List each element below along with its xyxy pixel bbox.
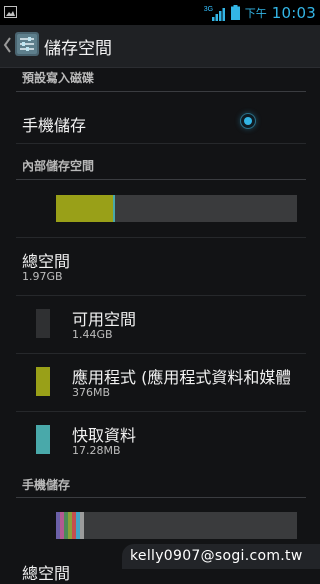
signal-icon: 3G (204, 6, 226, 21)
section-header-default-write: 預設寫入磁碟 (22, 71, 95, 85)
section-divider (16, 179, 306, 180)
available-color-swatch (36, 309, 50, 338)
row-divider (16, 353, 306, 354)
clock-ampm: 下午 (244, 6, 267, 20)
total-space-label-partial: 總空間 (22, 564, 71, 583)
battery-icon (230, 5, 240, 20)
available-space-value: 1.44GB (72, 328, 113, 341)
radio-button-selected[interactable] (240, 113, 256, 129)
action-bar: 儲存空間 (0, 25, 320, 68)
network-type: 3G (203, 5, 214, 13)
section-divider (16, 91, 306, 92)
page-title: 儲存空間 (44, 39, 112, 59)
usage-segment-apps (56, 195, 114, 222)
radio-dot (244, 117, 252, 125)
watermark-text: kelly0907@sogi.com.tw (130, 548, 303, 564)
apps-color-swatch (36, 367, 50, 396)
chevron-left-icon[interactable] (2, 36, 12, 54)
apps-space-label: 應用程式 (應用程式資料和媒體 (72, 368, 290, 387)
image-notification-icon (4, 6, 17, 18)
section-header-phone-storage: 手機儲存 (22, 478, 71, 492)
section-divider (16, 497, 306, 498)
total-space-label: 總空間 (22, 252, 71, 271)
row-divider (16, 237, 306, 238)
cache-space-label: 快取資料 (72, 426, 137, 445)
clock-time: 10:03 (271, 3, 316, 22)
phone-storage-option-label: 手機儲存 (22, 116, 87, 135)
available-space-label: 可用空間 (72, 310, 137, 329)
row-divider (16, 143, 306, 144)
status-bar: 3G 下午 10:03 (0, 0, 320, 25)
section-header-internal-storage: 內部儲存空間 (22, 159, 95, 173)
internal-usage-bar (56, 195, 297, 222)
total-space-value: 1.97GB (22, 270, 63, 283)
phone-usage-bar (56, 512, 297, 539)
row-divider (16, 295, 306, 296)
cache-color-swatch (36, 425, 50, 454)
cache-space-value: 17.28MB (72, 444, 121, 457)
phone-usage-segment (80, 512, 84, 539)
settings-sliders-icon[interactable] (13, 30, 41, 58)
apps-space-value: 376MB (72, 386, 111, 399)
row-divider (16, 411, 306, 412)
usage-segment-cache (113, 195, 116, 222)
